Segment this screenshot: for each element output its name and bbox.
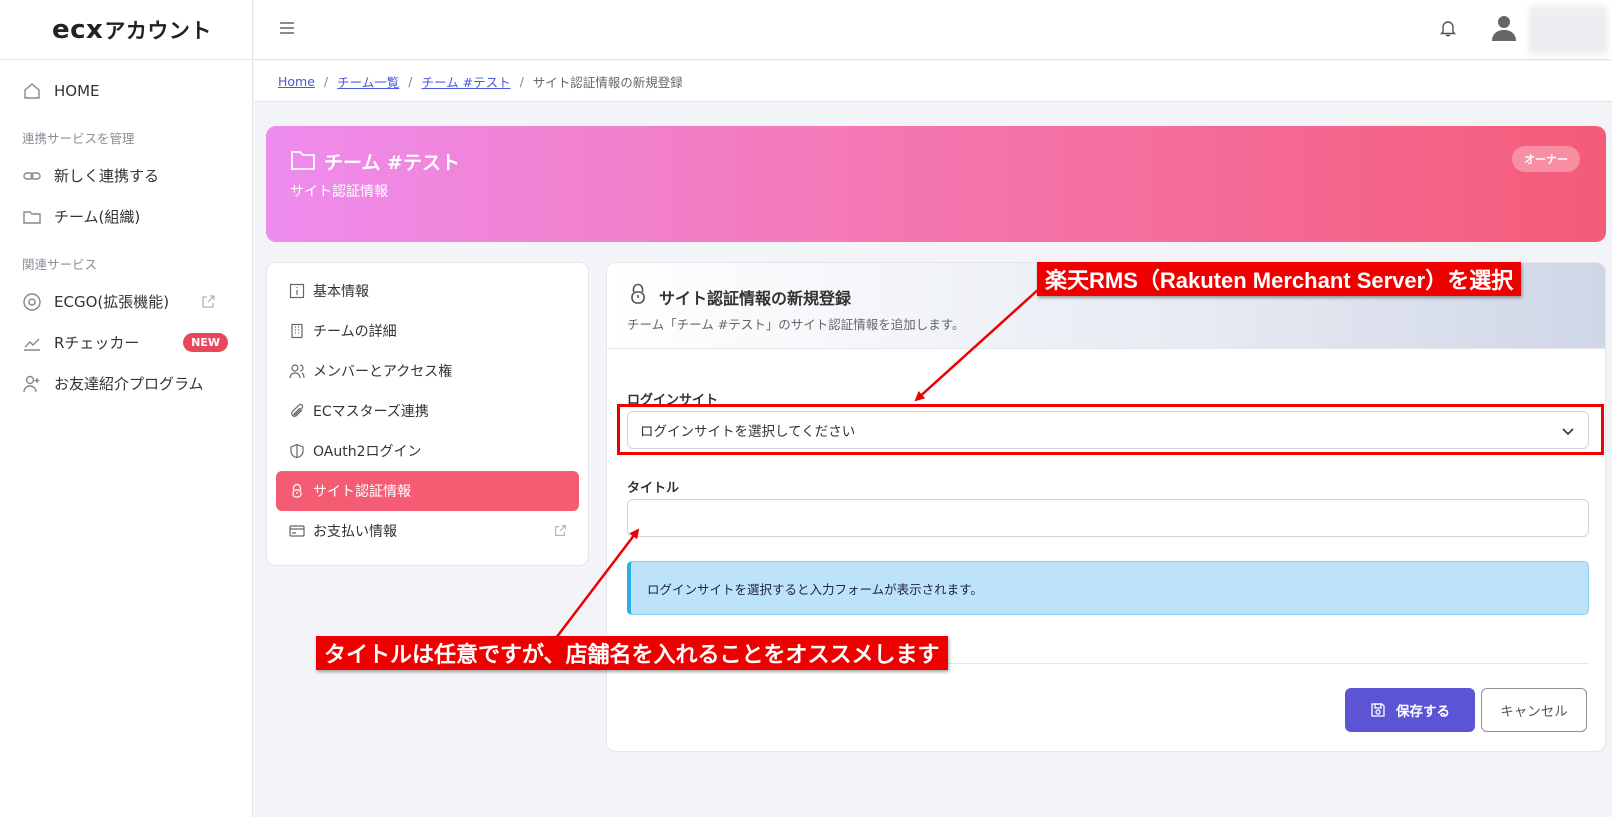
sidebar-item-label: お友達紹介プログラム: [54, 375, 204, 393]
shield-icon: [289, 443, 305, 459]
save-button[interactable]: 保存する: [1345, 688, 1475, 732]
building-icon: [289, 323, 305, 339]
menu-item-basic-info[interactable]: 基本情報: [276, 271, 579, 311]
sidebar-item-rchecker[interactable]: Rチェッカー NEW: [0, 322, 252, 363]
user-avatar-icon[interactable]: [1492, 14, 1516, 42]
team-banner: チーム #テスト サイト認証情報 オーナー: [266, 126, 1606, 242]
sidebar-item-home[interactable]: HOME: [0, 70, 252, 111]
sidebar-item-referral[interactable]: お友達紹介プログラム: [0, 363, 252, 404]
chart-icon: [22, 333, 42, 353]
menu-item-label: お支払い情報: [313, 524, 397, 540]
external-link-icon: [202, 294, 215, 308]
home-icon: [22, 81, 42, 101]
info-icon: [289, 283, 305, 299]
menu-item-label: チームの詳細: [313, 324, 397, 340]
menu-item-label: 基本情報: [313, 284, 369, 300]
credit-card-icon: [289, 523, 305, 539]
lock-icon: [631, 283, 645, 304]
folder-icon: [291, 151, 315, 170]
sidebar-item-label: 新しく連携する: [54, 167, 160, 185]
menu-item-site-credentials[interactable]: サイト認証情報: [276, 471, 579, 511]
logo-text: アカウント: [104, 18, 212, 43]
menu-item-oauth2[interactable]: OAuth2ログイン: [276, 431, 579, 471]
sidebar-item-label: チーム(組織): [54, 208, 141, 226]
lock-icon: [289, 483, 305, 499]
role-badge: オーナー: [1512, 146, 1580, 172]
breadcrumb-current: サイト認証情報の新規登録: [532, 74, 683, 90]
menu-item-ec-masters[interactable]: ECマスターズ連携: [276, 391, 579, 431]
sidebar-item-team[interactable]: チーム(組織): [0, 196, 252, 237]
form-description: チーム「チーム #テスト」のサイト認証情報を追加します。: [627, 317, 965, 332]
new-badge: NEW: [183, 333, 228, 352]
menu-item-team-details[interactable]: チームの詳細: [276, 311, 579, 351]
logo-ecx: ecx: [52, 14, 104, 45]
breadcrumb-home-link[interactable]: Home: [278, 74, 315, 89]
paperclip-icon: [289, 403, 305, 419]
breadcrumb: Home / チーム一覧 / チーム #テスト / サイト認証情報の新規登録: [254, 61, 1612, 102]
breadcrumb-team-link[interactable]: チーム #テスト: [422, 72, 511, 91]
sidebar-section-manage: 連携サービスを管理: [22, 130, 135, 146]
sidebar-item-ecgo[interactable]: ECGO(拡張機能): [0, 281, 252, 322]
sidebar-section-related: 関連サービス: [22, 256, 98, 272]
notification-bell-icon[interactable]: [1438, 18, 1458, 38]
save-icon: [1371, 703, 1385, 717]
hamburger-menu-icon[interactable]: [278, 19, 296, 37]
title-label: タイトル: [627, 481, 680, 496]
annotation-highlight-box: [617, 404, 1604, 455]
annotation-select-note: 楽天RMS（Rakuten Merchant Server）を選択: [1037, 262, 1522, 296]
form-heading: サイト認証情報の新規登録: [659, 289, 852, 308]
users-icon: [289, 363, 305, 379]
breadcrumb-team-list-link[interactable]: チーム一覧: [337, 72, 399, 91]
link-icon: [22, 166, 42, 186]
save-button-label: 保存する: [1396, 704, 1450, 720]
external-link-icon: [555, 525, 566, 536]
user-name-blurred[interactable]: [1528, 5, 1608, 55]
annotation-title-note: タイトルは任意ですが、店舗名を入れることをオススメします: [316, 636, 948, 670]
sidebar-item-label: Rチェッカー: [54, 334, 140, 352]
sidebar: ecx アカウント HOME 連携サービスを管理 新しく連携する チーム(組織)…: [0, 0, 253, 817]
breadcrumb-separator: /: [323, 73, 329, 89]
menu-item-label: メンバーとアクセス権: [313, 364, 453, 380]
settings-menu: 基本情報 チームの詳細 メンバーとアクセス権 ECマスターズ連携 OAuth2ロ…: [266, 262, 589, 566]
sidebar-item-label: HOME: [54, 81, 100, 100]
top-bar: [254, 0, 1612, 60]
cancel-button[interactable]: キャンセル: [1481, 688, 1587, 732]
breadcrumb-separator: /: [519, 73, 524, 89]
banner-subtitle: サイト認証情報: [290, 184, 388, 200]
sidebar-item-new-link[interactable]: 新しく連携する: [0, 155, 252, 196]
breadcrumb-separator: /: [408, 73, 413, 89]
title-input[interactable]: [627, 499, 1589, 537]
app-logo[interactable]: ecx アカウント: [0, 0, 252, 60]
credential-form-card: サイト認証情報の新規登録 チーム「チーム #テスト」のサイト認証情報を追加します…: [606, 262, 1606, 752]
menu-item-members[interactable]: メンバーとアクセス権: [276, 351, 579, 391]
menu-item-label: ECマスターズ連携: [313, 404, 429, 420]
menu-item-label: OAuth2ログイン: [313, 444, 422, 460]
menu-item-label: サイト認証情報: [313, 484, 411, 500]
chrome-icon: [22, 292, 42, 312]
user-plus-icon: [22, 374, 42, 394]
banner-title: チーム #テスト: [324, 152, 460, 174]
sidebar-item-label: ECGO(拡張機能): [54, 293, 170, 311]
menu-item-payment[interactable]: お支払い情報: [276, 511, 579, 551]
folder-icon: [22, 207, 42, 227]
info-alert: ログインサイトを選択すると入力フォームが表示されます。: [627, 561, 1589, 615]
